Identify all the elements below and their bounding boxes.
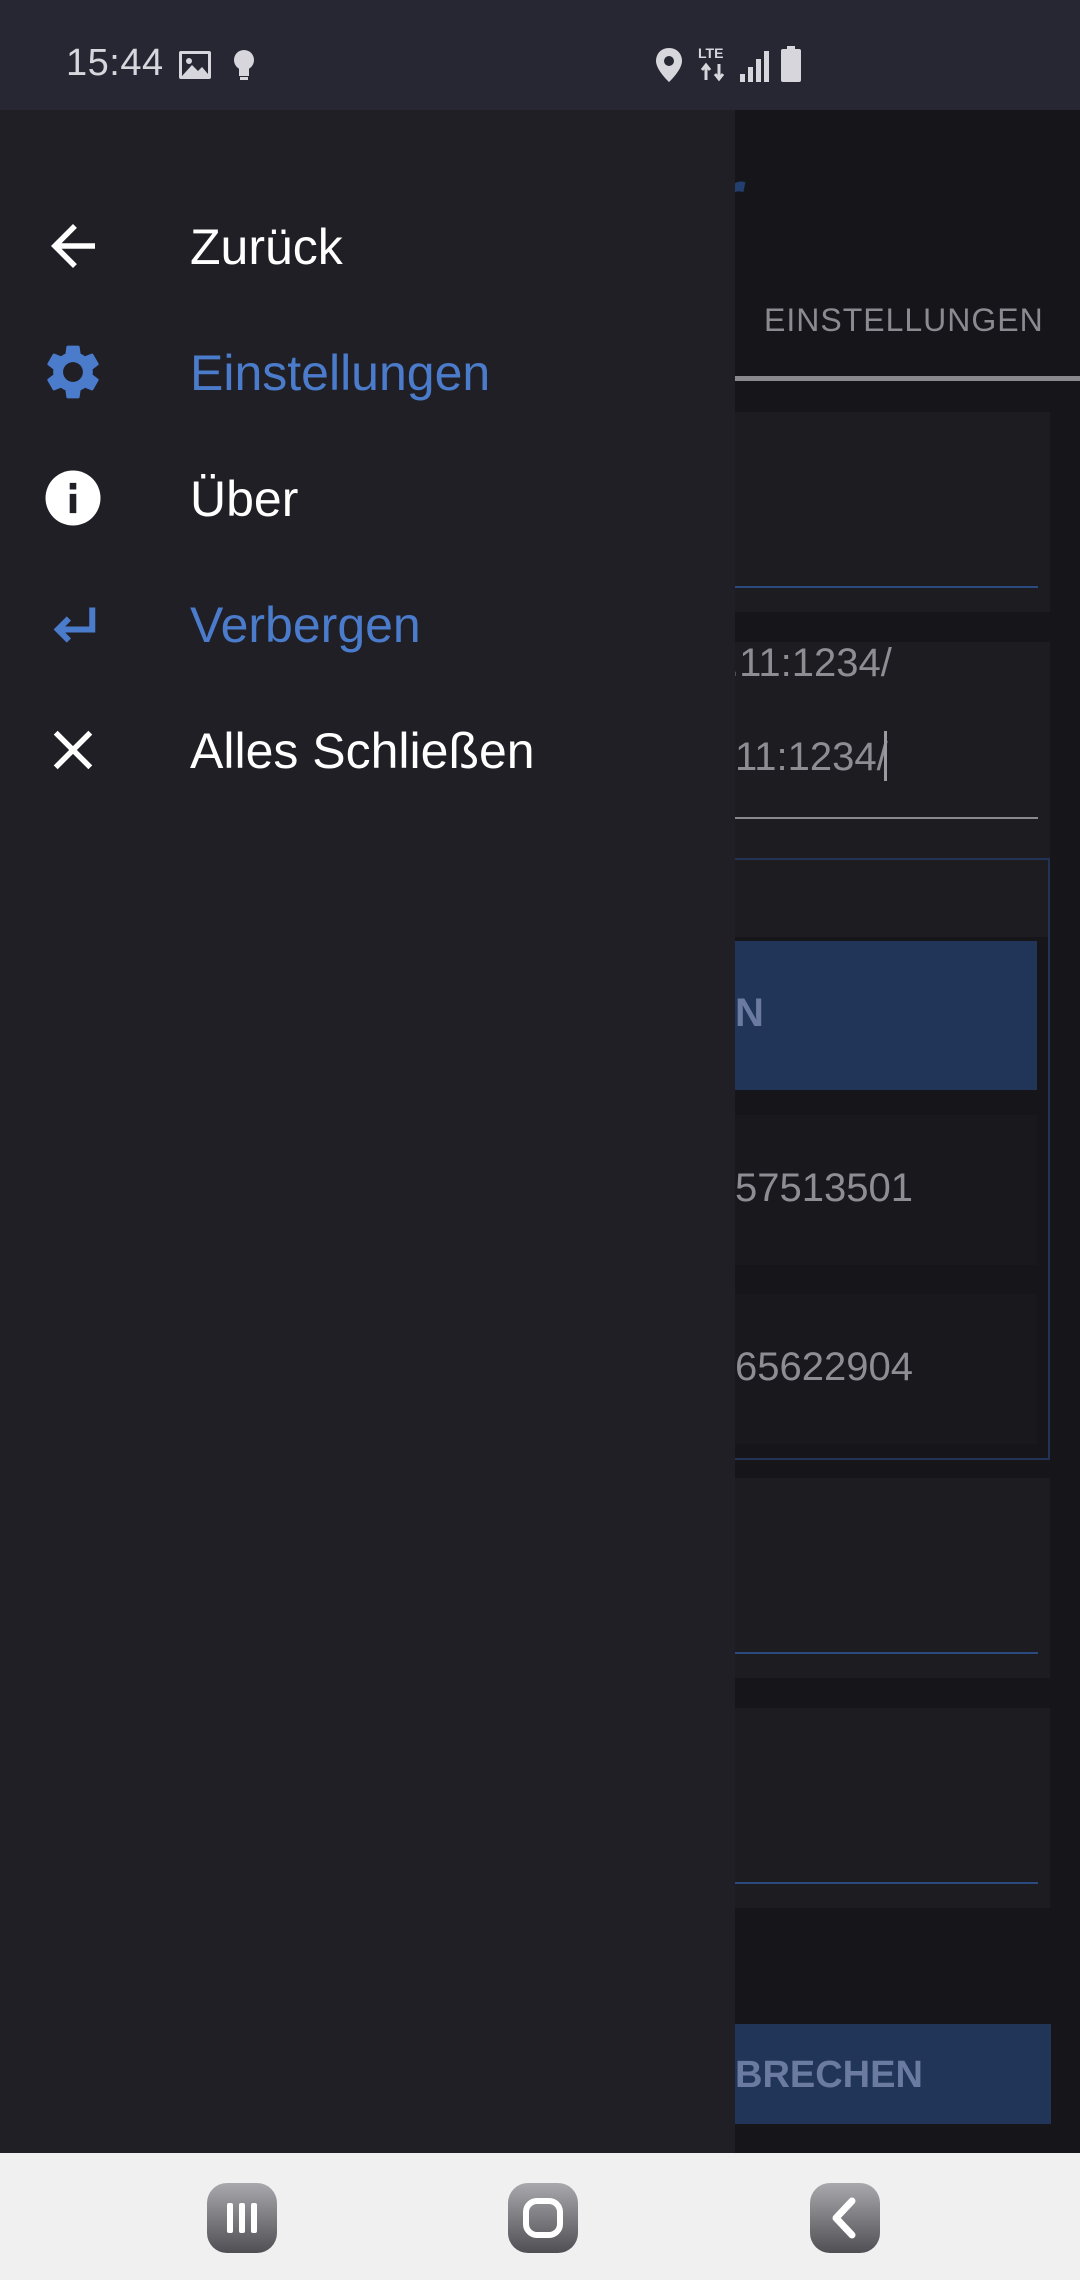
drawer-item-close-all[interactable]: Alles Schließen	[0, 684, 735, 810]
list-item-value: 65622904	[735, 1345, 913, 1389]
text-field-4[interactable]	[735, 1708, 1050, 1908]
drawer-item-label: Zurück	[190, 219, 343, 275]
image-icon	[179, 51, 211, 79]
drawer-item-settings[interactable]: Einstellungen	[0, 306, 735, 432]
tab-indicator	[735, 376, 1080, 381]
drawer-item-label: Über	[190, 471, 299, 527]
drawer-item-label: Einstellungen	[190, 345, 491, 401]
recents-button[interactable]	[207, 2183, 277, 2253]
recents-icon	[227, 2203, 257, 2233]
home-button[interactable]	[508, 2183, 578, 2253]
svg-text:LTE: LTE	[698, 45, 723, 61]
status-time: 15:44	[66, 42, 164, 84]
field-underline	[735, 1882, 1038, 1884]
battery-icon	[781, 46, 801, 82]
field-underline	[735, 586, 1038, 588]
signal-icon	[740, 51, 769, 82]
drawer-item-about[interactable]: Über	[0, 432, 735, 558]
bulb-icon	[234, 50, 254, 80]
url-field-label: .11:1234/	[728, 641, 892, 685]
field-underline	[735, 817, 1038, 819]
back-button[interactable]	[810, 2183, 880, 2253]
group-action-label: N	[735, 991, 764, 1035]
list-item-value: 57513501	[735, 1166, 913, 1210]
info-icon	[45, 470, 101, 526]
lte-icon: LTE	[698, 45, 725, 82]
group-action-button[interactable]: N	[735, 941, 1037, 1090]
text-cursor	[884, 731, 887, 781]
status-bar: 15:44 LTE	[0, 0, 1080, 110]
field-underline	[735, 1652, 1038, 1654]
url-field-value: 11:1234/	[735, 735, 888, 779]
cancel-button-label: BRECHEN	[735, 2054, 923, 2096]
arrow-back-icon	[51, 224, 95, 268]
close-icon	[53, 730, 93, 770]
gear-icon	[47, 345, 99, 399]
system-nav-bar	[0, 2153, 1080, 2280]
back-icon	[832, 2197, 856, 2239]
cancel-button[interactable]: BRECHEN	[735, 2024, 1051, 2124]
navigation-drawer: Zurück Einstellungen Über Verbergen Alle…	[0, 110, 735, 2153]
drawer-item-hide[interactable]: Verbergen	[0, 558, 735, 684]
drawer-item-label: Alles Schließen	[190, 723, 535, 779]
return-icon	[53, 607, 96, 643]
location-icon	[656, 48, 682, 82]
home-icon	[523, 2198, 563, 2238]
text-field-1[interactable]	[735, 412, 1050, 612]
text-field-3[interactable]	[735, 1478, 1050, 1678]
list-item[interactable]: 65622904	[735, 1294, 1037, 1444]
tab-settings[interactable]: EINSTELLUNGEN	[764, 302, 1044, 339]
list-item[interactable]: 57513501	[735, 1115, 1037, 1265]
drawer-item-back[interactable]: Zurück	[0, 180, 735, 306]
drawer-item-label: Verbergen	[190, 597, 421, 653]
